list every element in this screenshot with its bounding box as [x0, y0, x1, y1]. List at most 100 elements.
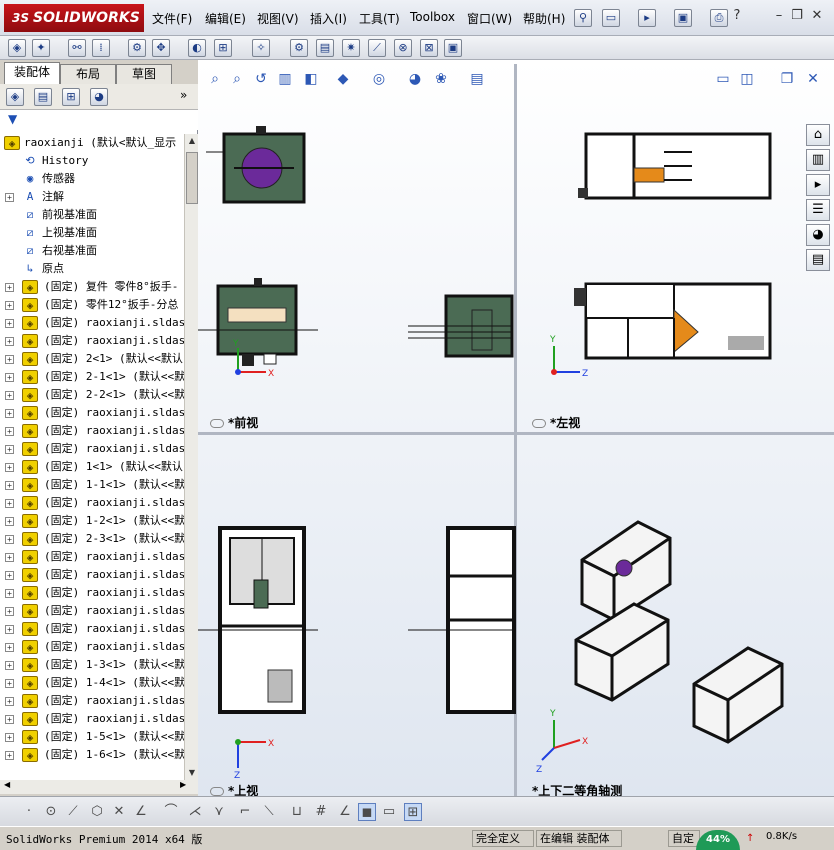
- new-part-icon[interactable]: ✦: [32, 39, 50, 57]
- tree-component-row[interactable]: + ◈ (固定) 2-1<1> (默认<<默: [0, 368, 184, 386]
- tree-component-row[interactable]: + ◈ (固定) 1-1<1> (默认<<默: [0, 476, 184, 494]
- exploded-view-icon[interactable]: ✷: [342, 39, 360, 57]
- tree-item[interactable]: ⧄ 前视基准面: [0, 206, 184, 224]
- print-icon[interactable]: ⎙: [710, 9, 728, 27]
- solidworks-logo[interactable]: 3S SOLIDWORKS: [4, 4, 144, 32]
- expand-toggle-icon[interactable]: +: [5, 499, 14, 508]
- menu-edit[interactable]: 编辑(E): [205, 10, 246, 27]
- mate-icon[interactable]: ⚯: [68, 39, 86, 57]
- expand-toggle-icon[interactable]: +: [5, 337, 14, 346]
- assembly-features-icon[interactable]: ⊞: [214, 39, 232, 57]
- tree-component-row[interactable]: + ◈ (固定) raoxianji.sldasm: [0, 440, 184, 458]
- tree-item[interactable]: ◉ 传感器: [0, 170, 184, 188]
- menu-file[interactable]: 文件(F): [152, 10, 192, 27]
- linear-pattern-icon[interactable]: ⁞: [92, 39, 110, 57]
- grid-icon[interactable]: #: [312, 803, 330, 821]
- tree-component-row[interactable]: + ◈ (固定) raoxianji.sldasm: [0, 404, 184, 422]
- display-pane-icon[interactable]: ▭: [380, 803, 398, 821]
- tree-component-row[interactable]: + ◈ (固定) 零件12°扳手-分总: [0, 296, 184, 314]
- expand-toggle-icon[interactable]: +: [5, 301, 14, 310]
- expand-toggle-icon[interactable]: +: [5, 535, 14, 544]
- expand-panel-icon[interactable]: »: [180, 88, 187, 102]
- angle-icon[interactable]: ∠: [132, 803, 150, 821]
- expand-toggle-icon[interactable]: +: [5, 571, 14, 580]
- tree-component-row[interactable]: + ◈ (固定) 复件 零件8°扳手-: [0, 278, 184, 296]
- scroll-left-arrow[interactable]: ◀: [4, 780, 10, 789]
- open-folder-icon[interactable]: ▸: [638, 9, 656, 27]
- tree-item[interactable]: ⧄ 上视基准面: [0, 224, 184, 242]
- expand-toggle-icon[interactable]: +: [5, 697, 14, 706]
- offset-icon[interactable]: ⋎: [210, 803, 228, 821]
- front-view-assembly[interactable]: [198, 278, 514, 366]
- custom-properties-icon[interactable]: ▤: [806, 249, 830, 271]
- expand-toggle-icon[interactable]: +: [5, 589, 14, 598]
- property-manager-icon[interactable]: ▤: [34, 88, 52, 106]
- network-monitor[interactable]: 44%: [696, 826, 742, 850]
- expand-toggle-icon[interactable]: +: [5, 661, 14, 670]
- interference-detection-icon[interactable]: ⊗: [394, 39, 412, 57]
- appearances-icon[interactable]: ◕: [806, 224, 830, 246]
- menu-insert[interactable]: 插入(I): [310, 10, 347, 27]
- fillet-icon[interactable]: ⌒: [162, 803, 180, 821]
- tree-component-row[interactable]: + ◈ (固定) raoxianji.sldasm: [0, 710, 184, 728]
- file-explorer-icon[interactable]: ▸: [806, 174, 830, 196]
- expand-toggle-icon[interactable]: +: [5, 643, 14, 652]
- expand-toggle-icon[interactable]: +: [5, 625, 14, 634]
- left-view-assembly[interactable]: [574, 282, 772, 360]
- shaded-icon[interactable]: ◼: [358, 803, 376, 821]
- clearance-verification-icon[interactable]: ⊠: [420, 39, 438, 57]
- close-button[interactable]: ✕: [808, 8, 826, 24]
- feature-manager-tree-icon[interactable]: ◈: [6, 88, 24, 106]
- tree-vertical-scrollbar[interactable]: ▲ ▼: [184, 134, 198, 780]
- tree-component-row[interactable]: + ◈ (固定) 2-3<1> (默认<<默: [0, 530, 184, 548]
- front-view-part-top[interactable]: [206, 126, 306, 204]
- tree-component-row[interactable]: + ◈ (固定) raoxianji.sldasm: [0, 692, 184, 710]
- move-component-icon[interactable]: ✥: [152, 39, 170, 57]
- menu-tools[interactable]: 工具(T): [359, 10, 400, 27]
- tree-component-row[interactable]: + ◈ (固定) 1-5<1> (默认<<默: [0, 728, 184, 746]
- convert-entities-icon[interactable]: ⟍: [260, 803, 278, 821]
- expand-toggle-icon[interactable]: +: [5, 319, 14, 328]
- instant3d-icon[interactable]: ▣: [444, 39, 462, 57]
- tree-root[interactable]: ◈ raoxianji (默认<默认_显示: [0, 134, 184, 152]
- left-view-part-top[interactable]: [578, 132, 772, 200]
- expand-toggle-icon[interactable]: +: [5, 553, 14, 562]
- tree-component-row[interactable]: + ◈ (固定) raoxianji.sldasm: [0, 566, 184, 584]
- tree-component-row[interactable]: + ◈ (固定) raoxianji.sldasm: [0, 584, 184, 602]
- smart-fasteners-icon[interactable]: ⚙: [128, 39, 146, 57]
- tree-component-row[interactable]: + ◈ (固定) raoxianji.sldasm: [0, 422, 184, 440]
- display-manager-icon[interactable]: ◕: [90, 88, 108, 106]
- filter-icon[interactable]: ▼: [8, 112, 17, 126]
- expand-toggle-icon[interactable]: +: [5, 733, 14, 742]
- expand-toggle-icon[interactable]: +: [5, 679, 14, 688]
- expand-toggle-icon[interactable]: +: [5, 607, 14, 616]
- scroll-thumb[interactable]: [186, 152, 198, 204]
- dimension-icon[interactable]: ⊔: [288, 803, 306, 821]
- design-library-icon[interactable]: ▥: [806, 149, 830, 171]
- menu-toolbox[interactable]: Toolbox: [410, 10, 455, 24]
- expand-toggle-icon[interactable]: +: [5, 427, 14, 436]
- tree-item[interactable]: ⟲ History: [0, 152, 184, 170]
- minimize-button[interactable]: –: [770, 8, 788, 24]
- restore-button[interactable]: ❐: [788, 8, 806, 24]
- tree-component-row[interactable]: + ◈ (固定) 1-4<1> (默认<<默: [0, 674, 184, 692]
- expand-toggle-icon[interactable]: +: [5, 715, 14, 724]
- new-document-icon[interactable]: ▭: [602, 9, 620, 27]
- menu-window[interactable]: 窗口(W): [467, 10, 512, 27]
- polygon-icon[interactable]: ⬡: [88, 803, 106, 821]
- show-hidden-icon[interactable]: ◐: [188, 39, 206, 57]
- insert-component-icon[interactable]: ◈: [8, 39, 26, 57]
- reference-geometry-icon[interactable]: ✧: [252, 39, 270, 57]
- relations-icon[interactable]: ∠: [336, 803, 354, 821]
- link-views-icon[interactable]: [532, 419, 546, 428]
- iso-view-assembly[interactable]: [574, 520, 784, 744]
- tree-component-row[interactable]: + ◈ (固定) raoxianji.sldasm: [0, 602, 184, 620]
- expand-toggle-icon[interactable]: +: [5, 445, 14, 454]
- tree-component-row[interactable]: + ◈ (固定) raoxianji.sldasm: [0, 494, 184, 512]
- tree-component-row[interactable]: + ◈ (固定) 2<1> (默认<<默认: [0, 350, 184, 368]
- expand-toggle-icon[interactable]: +: [5, 481, 14, 490]
- view-palette-icon[interactable]: ☰: [806, 199, 830, 221]
- menu-help[interactable]: 帮助(H): [523, 10, 565, 27]
- expand-toggle-icon[interactable]: +: [5, 391, 14, 400]
- chamfer-icon[interactable]: ⋌: [186, 803, 204, 821]
